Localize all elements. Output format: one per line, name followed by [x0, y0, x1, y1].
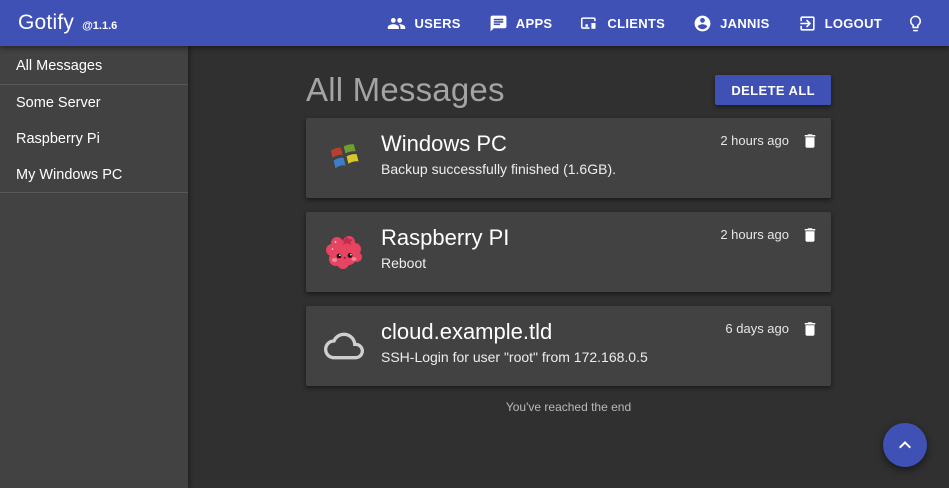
sidebar-item-some-server[interactable]: Some Server: [0, 85, 188, 121]
sidebar-item-label: Raspberry Pi: [16, 131, 100, 147]
page-title: All Messages: [306, 71, 505, 109]
cloud-icon: [324, 326, 364, 366]
sidebar-item-label: My Windows PC: [16, 167, 122, 183]
message-meta: 2 hours ago: [720, 212, 819, 292]
sidebar: All Messages Some Server Raspberry Pi My…: [0, 46, 188, 488]
sidebar-item-my-windows-pc[interactable]: My Windows PC: [0, 157, 188, 193]
message-text: Windows PC Backup successfully finished …: [381, 118, 720, 198]
users-button-label: USERS: [414, 16, 460, 31]
trash-icon: [801, 320, 819, 338]
message-card: Raspberry PI Reboot 2 hours ago: [306, 212, 831, 292]
sidebar-item-raspberry-pi[interactable]: Raspberry Pi: [0, 121, 188, 157]
navbar-actions: USERS APPS CLIENTS JANNIS: [373, 6, 935, 41]
message-timestamp: 6 days ago: [725, 321, 789, 336]
account-circle-icon: [693, 14, 712, 33]
delete-message-button[interactable]: [801, 226, 819, 244]
users-icon: [387, 14, 406, 33]
clients-button-label: CLIENTS: [607, 16, 665, 31]
message-title: cloud.example.tld: [381, 319, 725, 345]
top-navbar: Gotify @1.1.6 USERS APPS CLIENTS: [0, 0, 949, 46]
app-title: Gotify: [18, 11, 74, 35]
message-timestamp: 2 hours ago: [720, 133, 789, 148]
message-meta: 2 hours ago: [720, 118, 819, 198]
message-text: Raspberry PI Reboot: [381, 212, 720, 292]
main-content: All Messages DELETE ALL Windows PC Backu…: [188, 46, 949, 488]
sidebar-item-label: All Messages: [16, 58, 102, 74]
brand: Gotify @1.1.6: [18, 11, 117, 35]
apps-button-label: APPS: [516, 16, 553, 31]
chevron-up-icon: [893, 433, 917, 457]
message-title: Windows PC: [381, 131, 720, 157]
logout-button[interactable]: LOGOUT: [784, 6, 896, 41]
delete-message-button[interactable]: [801, 320, 819, 338]
sidebar-item-all-messages[interactable]: All Messages: [0, 47, 188, 85]
delete-message-button[interactable]: [801, 132, 819, 150]
trash-icon: [801, 226, 819, 244]
users-button[interactable]: USERS: [373, 6, 474, 41]
delete-all-button[interactable]: DELETE ALL: [715, 75, 831, 105]
message-text: cloud.example.tld SSH-Login for user "ro…: [381, 306, 725, 386]
app-version: @1.1.6: [82, 20, 117, 32]
trash-icon: [801, 132, 819, 150]
message-meta: 6 days ago: [725, 306, 819, 386]
message-body: Backup successfully finished (1.6GB).: [381, 161, 720, 177]
message-title: Raspberry PI: [381, 225, 720, 251]
message-body: Reboot: [381, 255, 720, 271]
lightbulb-icon: [906, 14, 925, 33]
theme-toggle-button[interactable]: [896, 6, 935, 41]
message-card: Windows PC Backup successfully finished …: [306, 118, 831, 198]
clients-button[interactable]: CLIENTS: [566, 6, 679, 41]
scroll-to-top-button[interactable]: [883, 423, 927, 467]
clients-icon: [580, 14, 599, 33]
user-account-label: JANNIS: [720, 16, 769, 31]
message-body: SSH-Login for user "root" from 172.168.0…: [381, 349, 725, 365]
sidebar-item-label: Some Server: [16, 95, 101, 111]
apps-icon: [489, 14, 508, 33]
apps-button[interactable]: APPS: [475, 6, 567, 41]
message-card: cloud.example.tld SSH-Login for user "ro…: [306, 306, 831, 386]
raspberry-logo: [324, 232, 364, 272]
user-account-button[interactable]: JANNIS: [679, 6, 783, 41]
windows-logo: [324, 138, 364, 178]
end-of-list-text: You've reached the end: [306, 400, 831, 414]
logout-button-label: LOGOUT: [825, 16, 882, 31]
page-header: All Messages DELETE ALL: [306, 71, 831, 109]
logout-icon: [798, 14, 817, 33]
message-timestamp: 2 hours ago: [720, 227, 789, 242]
